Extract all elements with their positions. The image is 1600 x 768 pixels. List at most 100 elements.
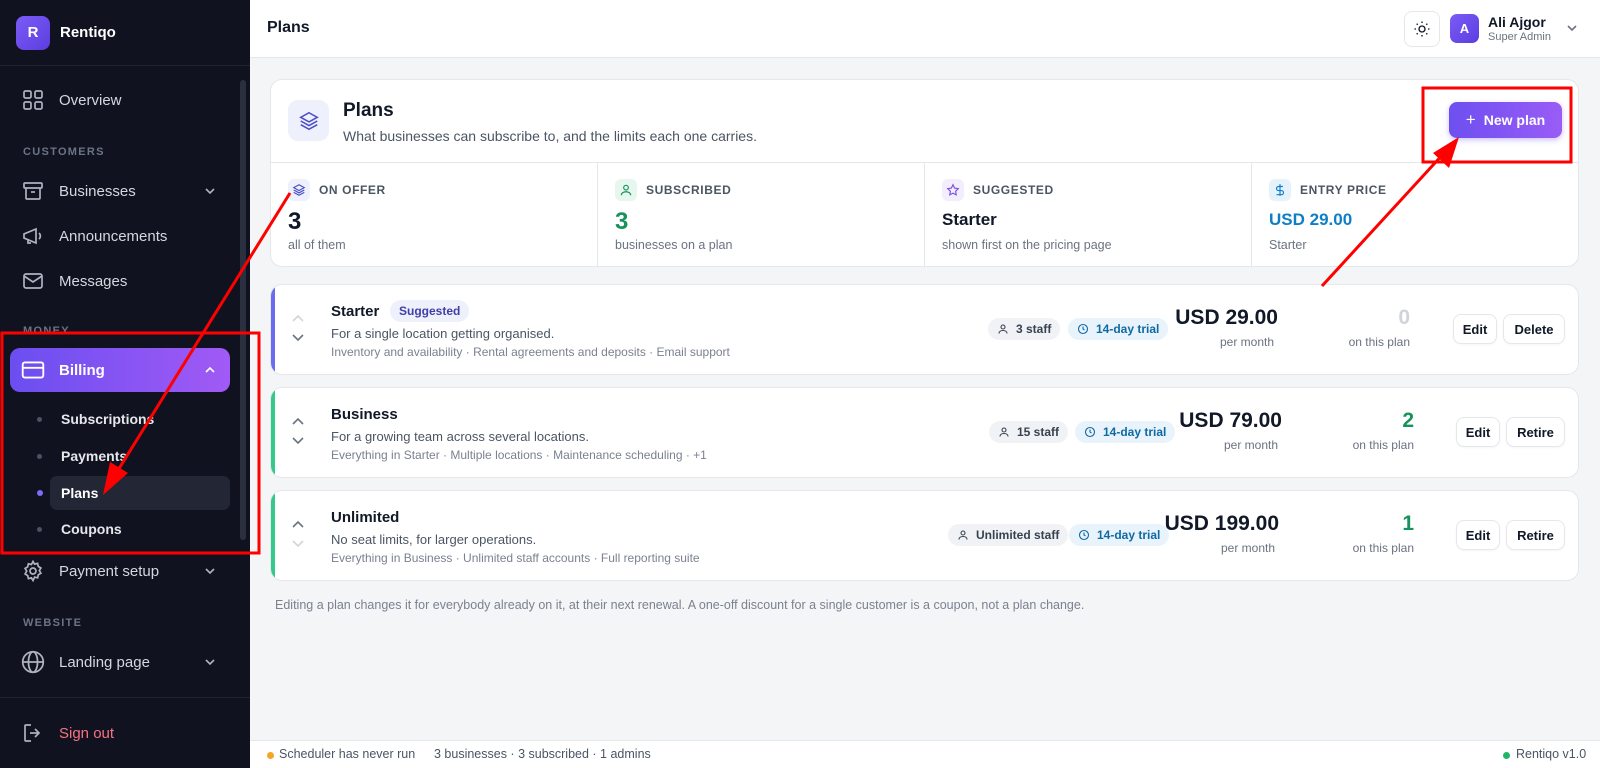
user-icon <box>997 323 1009 335</box>
clock-icon <box>1077 323 1089 335</box>
reorder-arrows-icon[interactable] <box>291 416 305 456</box>
edit-button[interactable]: Edit <box>1453 314 1497 344</box>
plan-price: USD 79.00 <box>1179 409 1282 432</box>
reorder-arrows-icon[interactable] <box>291 313 305 353</box>
sidebar-item-label: Landing page <box>59 653 150 671</box>
stat-note: businesses on a plan <box>615 238 733 252</box>
edit-button[interactable]: Edit <box>1456 417 1500 447</box>
retire-button[interactable]: Retire <box>1506 520 1565 550</box>
plan-count-note: on this plan <box>1348 335 1410 349</box>
stat-note: shown first on the pricing page <box>942 238 1112 252</box>
chevron-up-icon <box>205 366 215 373</box>
stat-value: Starter <box>942 210 997 229</box>
sidebar-item-billing[interactable]: Billing <box>10 348 230 392</box>
stat-label: ENTRY PRICE <box>1300 183 1387 197</box>
staff-pill: Unlimited staff <box>948 524 1069 546</box>
section-money: MONEY <box>23 325 70 337</box>
sidebar-subitem-subscriptions[interactable]: Subscriptions <box>50 402 230 436</box>
plan-price: USD 199.00 <box>1164 512 1279 535</box>
sidebar-item-label: Overview <box>59 91 122 109</box>
delete-button[interactable]: Delete <box>1503 314 1565 344</box>
plan-card-starter: Starter Suggested For a single location … <box>270 284 1579 375</box>
user-name[interactable]: Ali Ajgor <box>1488 14 1546 30</box>
stat-subscribed: SUBSCRIBED 3 businesses on a plan <box>598 163 925 267</box>
plans-header-card: Plans What businesses can subscribe to, … <box>270 79 1579 267</box>
staff-label: Unlimited staff <box>976 528 1060 542</box>
sidebar-subitem-payments[interactable]: Payments <box>50 439 230 473</box>
edit-button[interactable]: Edit <box>1456 520 1500 550</box>
plan-count-note: on this plan <box>1352 438 1414 452</box>
plan-period: per month <box>1220 541 1275 555</box>
sidebar-item-label: Announcements <box>59 227 168 245</box>
chevron-down-icon[interactable] <box>1564 20 1580 36</box>
plan-card-business: Business For a growing team across sever… <box>270 387 1579 478</box>
chevron-down-icon <box>205 568 215 575</box>
avatar[interactable]: A <box>1450 14 1479 43</box>
stat-label: SUGGESTED <box>973 183 1054 197</box>
sign-out-button[interactable]: Sign out <box>20 720 114 746</box>
sidebar-item-announcements[interactable]: Announcements <box>10 214 230 258</box>
sidebar-item-landing-page[interactable]: Landing page <box>10 640 230 684</box>
sidebar-subitem-plans[interactable]: Plans <box>50 476 230 510</box>
sidebar-divider <box>0 697 250 698</box>
plan-features: Everything in Starter · Multiple locatio… <box>331 448 707 462</box>
section-customers: CUSTOMERS <box>23 146 105 158</box>
new-plan-label: New plan <box>1483 112 1546 128</box>
chevron-down-icon <box>205 188 215 195</box>
staff-label: 15 staff <box>1017 425 1060 439</box>
sidebar-scrollbar[interactable] <box>240 80 246 540</box>
plan-accent <box>271 491 275 580</box>
stats-row: ON OFFER 3 all of them SUBSCRIBED 3 busi… <box>271 162 1578 267</box>
user-icon <box>998 426 1010 438</box>
brand: R Rentiqo <box>0 0 250 66</box>
sidebar-item-businesses[interactable]: Businesses <box>10 169 230 213</box>
sidebar-item-overview[interactable]: Overview <box>10 78 230 122</box>
topbar: Plans A Ali Ajgor Super Admin <box>250 0 1600 58</box>
plan-name: Starter <box>331 303 380 320</box>
stat-note: all of them <box>288 238 346 252</box>
plan-description: No seat limits, for larger operations. <box>331 532 537 547</box>
scheduler-status-dot <box>267 752 274 759</box>
archive-icon <box>20 178 46 204</box>
sidebar-item-label: Payment setup <box>59 562 160 580</box>
retire-button[interactable]: Retire <box>1506 417 1565 447</box>
plus-icon: + <box>1465 110 1476 129</box>
chevron-down-icon <box>205 659 215 666</box>
theme-toggle-button[interactable] <box>1404 11 1440 47</box>
sun-icon <box>1414 21 1430 37</box>
sidebar-subitem-coupons[interactable]: Coupons <box>50 512 230 546</box>
scheduler-status: Scheduler has never run <box>279 747 416 761</box>
staff-pill: 3 staff <box>988 318 1061 340</box>
status-summary: 3 businesses · 3 subscribed · 1 admins <box>434 747 651 761</box>
user-icon <box>957 529 969 541</box>
sidebar-item-payment-setup[interactable]: Payment setup <box>10 549 230 593</box>
plan-description: For a growing team across several locati… <box>331 429 589 444</box>
credit-card-icon <box>20 357 46 383</box>
status-bar: Scheduler has never run 3 businesses · 3… <box>250 740 1600 768</box>
stat-on-offer: ON OFFER 3 all of them <box>271 163 598 267</box>
plan-subscriber-count: 0 <box>1398 306 1410 329</box>
star-icon <box>942 179 964 201</box>
clock-icon <box>1078 529 1090 541</box>
plan-features: Everything in Business · Unlimited staff… <box>331 551 700 565</box>
plan-accent <box>271 285 275 374</box>
plan-card-unlimited: Unlimited No seat limits, for larger ope… <box>270 490 1579 581</box>
reorder-arrows-icon[interactable] <box>291 519 305 559</box>
stat-suggested: SUGGESTED Starter shown first on the pri… <box>925 163 1252 267</box>
section-title: Plans <box>343 100 394 121</box>
new-plan-button[interactable]: + New plan <box>1449 102 1562 138</box>
dollar-icon <box>1269 179 1291 201</box>
layers-icon <box>288 179 310 201</box>
grid-icon <box>20 87 46 113</box>
stat-label: SUBSCRIBED <box>646 183 732 197</box>
section-website: WEBSITE <box>23 617 83 629</box>
stat-note: Starter <box>1269 238 1307 252</box>
sub-item-dot <box>37 454 42 459</box>
suggested-badge: Suggested <box>390 300 470 322</box>
clock-icon <box>1084 426 1096 438</box>
sidebar-item-messages[interactable]: Messages <box>10 259 230 303</box>
plan-name: Unlimited <box>331 509 400 526</box>
mail-icon <box>20 268 46 294</box>
page-title: Plans <box>267 19 310 36</box>
staff-label: 3 staff <box>1016 322 1052 336</box>
